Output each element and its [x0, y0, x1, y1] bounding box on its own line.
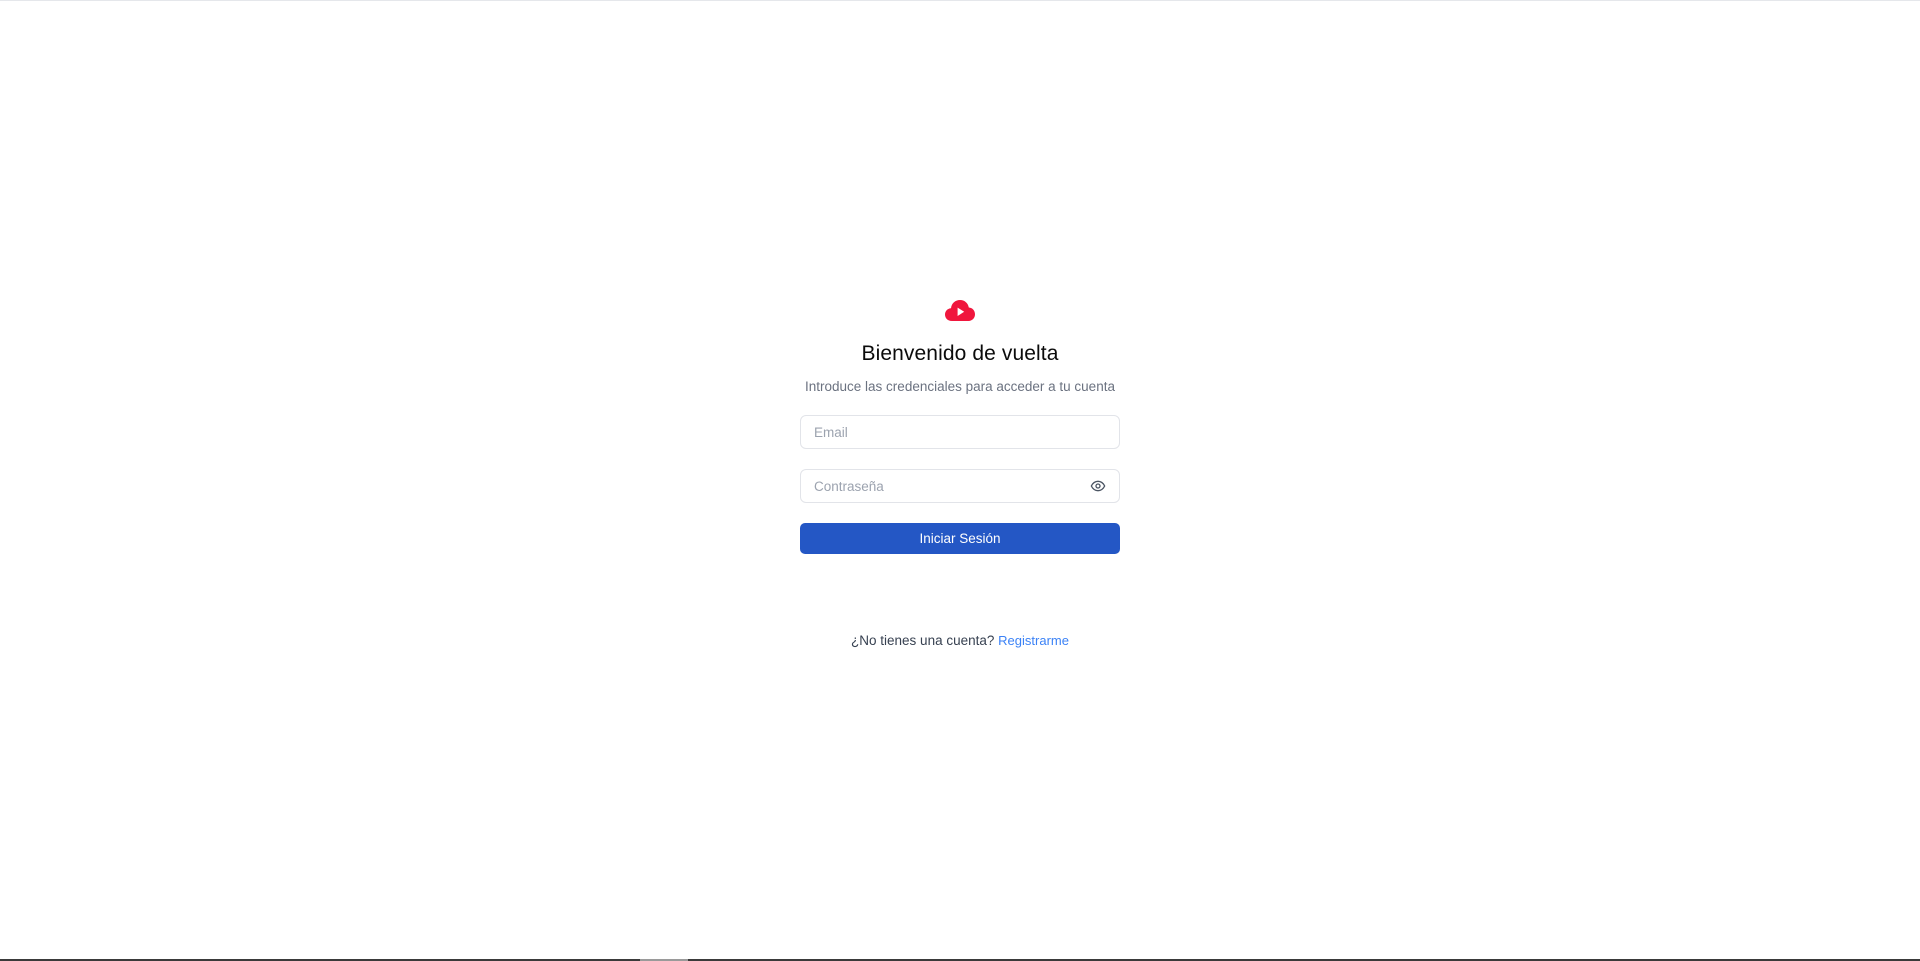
login-form: Bienvenido de vuelta Introduce las crede…	[800, 297, 1120, 648]
login-page: Bienvenido de vuelta Introduce las crede…	[0, 0, 1920, 961]
signup-prompt: ¿No tienes una cuenta? Registrarme	[851, 633, 1069, 648]
email-input[interactable]	[814, 424, 1107, 440]
page-subtitle: Introduce las credenciales para acceder …	[805, 379, 1115, 394]
eye-icon[interactable]	[1089, 477, 1107, 495]
register-link[interactable]: Registrarme	[998, 633, 1069, 648]
cloud-play-icon	[945, 300, 975, 321]
signup-prompt-text: ¿No tienes una cuenta?	[851, 633, 995, 648]
email-field-wrapper	[800, 415, 1120, 449]
password-field-wrapper	[800, 469, 1120, 503]
page-title: Bienvenido de vuelta	[861, 342, 1059, 365]
password-input[interactable]	[814, 478, 1089, 494]
login-button[interactable]: Iniciar Sesión	[800, 523, 1120, 554]
